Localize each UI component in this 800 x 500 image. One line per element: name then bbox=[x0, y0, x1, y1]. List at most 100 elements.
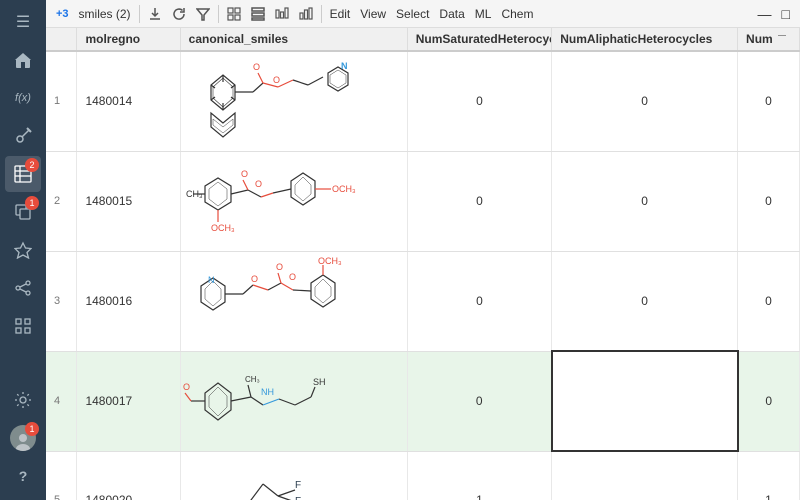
table-row: 2 1480015 CH₃ bbox=[46, 151, 800, 251]
avatar-icon[interactable]: 1 bbox=[5, 420, 41, 456]
grid2-icon[interactable] bbox=[5, 308, 41, 344]
svg-text:CH₃: CH₃ bbox=[186, 189, 203, 199]
sep2 bbox=[218, 5, 219, 23]
row-4-num[interactable]: 0 bbox=[738, 351, 800, 451]
avatar-badge: 1 bbox=[25, 422, 39, 436]
svg-text:O: O bbox=[276, 262, 283, 272]
filter-button[interactable] bbox=[192, 3, 214, 25]
data-label: Data bbox=[439, 7, 464, 21]
row-4-molregno[interactable]: 1480017 bbox=[77, 351, 180, 451]
filter-count: +3 bbox=[56, 8, 69, 20]
wrench-icon[interactable] bbox=[5, 118, 41, 154]
row-2-smiles[interactable]: CH₃ OCH₃ O O bbox=[180, 151, 407, 251]
chem-label: Chem bbox=[501, 7, 533, 21]
bar-chart-button[interactable] bbox=[295, 3, 317, 25]
row-1-smiles[interactable]: O N O bbox=[180, 51, 407, 151]
dataset-name-text: smiles (2) bbox=[79, 7, 131, 21]
table-badge: 2 bbox=[25, 158, 39, 172]
row-2-num[interactable]: 0 bbox=[738, 151, 800, 251]
svg-text:OCH₃: OCH₃ bbox=[211, 223, 235, 233]
row-3-molregno[interactable]: 1480016 bbox=[77, 251, 180, 351]
list-view-button[interactable] bbox=[247, 3, 269, 25]
svg-text:NH: NH bbox=[261, 387, 274, 397]
svg-text:O: O bbox=[241, 169, 248, 179]
dataset-label: smiles (2) bbox=[75, 3, 135, 25]
row-4-smiles[interactable]: O NH SH bbox=[180, 351, 407, 451]
smiles-header[interactable]: canonical_smiles bbox=[180, 28, 407, 51]
row-2-idx: 2 bbox=[46, 151, 77, 251]
row-1-idx: 1 bbox=[46, 51, 77, 151]
chem-menu[interactable]: Chem bbox=[497, 3, 537, 25]
table-row: 3 1480016 N bbox=[46, 251, 800, 351]
svg-text:O: O bbox=[253, 62, 260, 72]
svg-text:O: O bbox=[273, 75, 280, 85]
svg-text:O: O bbox=[255, 179, 262, 189]
molregno-header[interactable]: molregno bbox=[77, 28, 180, 51]
row-5-sat[interactable]: 1 bbox=[407, 451, 552, 500]
row-5-smiles[interactable]: F F HN bbox=[180, 451, 407, 500]
toolbar: +3 smiles (2) bbox=[46, 0, 800, 28]
row-5-num[interactable]: 1 bbox=[738, 451, 800, 500]
row-3-smiles[interactable]: N O O O bbox=[180, 251, 407, 351]
maximize-button[interactable]: □ bbox=[778, 3, 794, 25]
sep1 bbox=[139, 5, 140, 23]
scatter-view-button[interactable] bbox=[271, 3, 293, 25]
ml-menu[interactable]: ML bbox=[471, 3, 496, 25]
row-1-sat[interactable]: 0 bbox=[407, 51, 552, 151]
sat-header[interactable]: NumSaturatedHeterocycles bbox=[407, 28, 552, 51]
view-menu[interactable]: View bbox=[356, 3, 390, 25]
function-icon[interactable]: f(x) bbox=[5, 80, 41, 116]
sep3 bbox=[321, 5, 322, 23]
row-2-sat[interactable]: 0 bbox=[407, 151, 552, 251]
share-icon[interactable] bbox=[5, 270, 41, 306]
svg-text:SH: SH bbox=[313, 377, 326, 387]
layers-badge: 1 bbox=[25, 196, 39, 210]
row-1-aliph[interactable]: 0 bbox=[552, 51, 738, 151]
view-label: View bbox=[360, 7, 386, 21]
data-menu[interactable]: Data bbox=[435, 3, 468, 25]
filter-badge[interactable]: +3 bbox=[52, 3, 73, 25]
help-icon[interactable]: ? bbox=[5, 458, 41, 494]
row-3-idx: 3 bbox=[46, 251, 77, 351]
svg-text:F: F bbox=[295, 480, 301, 491]
svg-text:N: N bbox=[208, 275, 215, 285]
row-5-idx: 5 bbox=[46, 451, 77, 500]
table-row: 4 1480017 O bbox=[46, 351, 800, 451]
svg-text:OCH₃: OCH₃ bbox=[318, 256, 342, 266]
data-table: molregno canonical_smiles NumSaturatedHe… bbox=[46, 28, 800, 500]
layers-icon[interactable]: 1 bbox=[5, 194, 41, 230]
select-menu[interactable]: Select bbox=[392, 3, 433, 25]
svg-text:F: F bbox=[295, 496, 301, 500]
row-5-molregno[interactable]: 1480020 bbox=[77, 451, 180, 500]
row-2-molregno[interactable]: 1480015 bbox=[77, 151, 180, 251]
edit-menu[interactable]: Edit bbox=[326, 3, 355, 25]
refresh-button[interactable] bbox=[168, 3, 190, 25]
menu-icon[interactable]: ☰ bbox=[5, 4, 41, 40]
row-3-num[interactable]: 0 bbox=[738, 251, 800, 351]
row-1-molregno[interactable]: 1480014 bbox=[77, 51, 180, 151]
row-4-idx: 4 bbox=[46, 351, 77, 451]
idx-header bbox=[46, 28, 77, 51]
table-header-row: molregno canonical_smiles NumSaturatedHe… bbox=[46, 28, 800, 51]
grid-view-button[interactable] bbox=[223, 3, 245, 25]
settings-icon[interactable] bbox=[5, 382, 41, 418]
num-header[interactable]: Num bbox=[738, 28, 800, 51]
minimize-button[interactable]: — bbox=[754, 3, 776, 25]
svg-text:CH₃: CH₃ bbox=[245, 375, 260, 384]
home-icon[interactable] bbox=[5, 42, 41, 78]
row-3-aliph[interactable]: 0 bbox=[552, 251, 738, 351]
row-1-num[interactable]: 0 bbox=[738, 51, 800, 151]
row-2-aliph[interactable]: 0 bbox=[552, 151, 738, 251]
svg-text:O: O bbox=[251, 274, 258, 284]
edit-label: Edit bbox=[330, 7, 351, 21]
row-4-aliph-selected[interactable] bbox=[552, 351, 738, 451]
aliph-header[interactable]: NumAliphaticHeterocycles bbox=[552, 28, 738, 51]
svg-text:O: O bbox=[289, 272, 296, 282]
table-icon[interactable]: 2 bbox=[5, 156, 41, 192]
download-button[interactable] bbox=[144, 3, 166, 25]
row-4-sat[interactable]: 0 bbox=[407, 351, 552, 451]
star-icon[interactable] bbox=[5, 232, 41, 268]
row-3-sat[interactable]: 0 bbox=[407, 251, 552, 351]
data-table-area: molregno canonical_smiles NumSaturatedHe… bbox=[46, 28, 800, 500]
row-5-aliph[interactable] bbox=[552, 451, 738, 500]
